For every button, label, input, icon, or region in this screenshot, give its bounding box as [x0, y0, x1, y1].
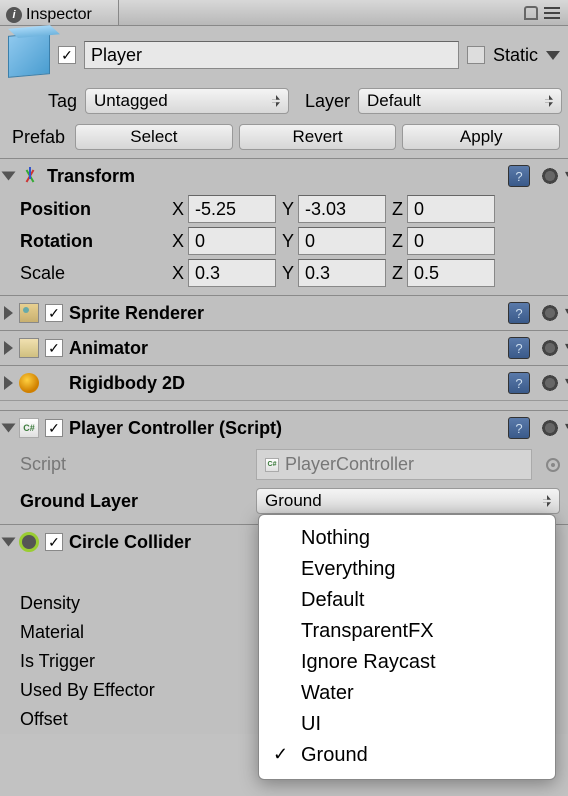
script-field: C# PlayerController [256, 449, 532, 480]
animator-component: ✓ Animator ? [0, 330, 568, 365]
help-icon[interactable]: ? [508, 302, 530, 324]
rigidbody-title: Rigidbody 2D [69, 373, 502, 394]
pos-z-input[interactable] [407, 195, 495, 223]
info-icon: i [6, 7, 22, 23]
inspector-tab[interactable]: i Inspector [0, 0, 119, 25]
sprite-renderer-component: ✓ Sprite Renderer ? [0, 295, 568, 330]
static-checkbox[interactable] [467, 46, 485, 64]
rot-x-input[interactable] [188, 227, 276, 255]
player-controller-foldout[interactable] [2, 424, 16, 433]
transform-icon [19, 165, 41, 187]
script-label: Script [20, 454, 248, 475]
object-name-input[interactable] [84, 41, 459, 69]
layer-popup-item[interactable]: UI [259, 709, 555, 740]
options-menu-icon[interactable] [544, 7, 560, 19]
layer-label: Layer [305, 91, 350, 112]
prefab-row: Prefab Select Revert Apply [0, 118, 568, 158]
layer-popup-item[interactable]: Ignore Raycast [259, 647, 555, 678]
script-icon: C# [265, 458, 279, 472]
object-picker-icon[interactable] [546, 458, 560, 472]
ground-layer-dropdown[interactable]: Ground [256, 488, 560, 514]
static-dropdown-arrow[interactable] [546, 51, 560, 60]
ground-layer-label: Ground Layer [20, 491, 248, 512]
circle-collider-foldout[interactable] [2, 538, 16, 547]
player-controller-title: Player Controller (Script) [69, 418, 502, 439]
circle-collider-enabled-checkbox[interactable]: ✓ [45, 533, 63, 551]
gear-icon[interactable] [540, 418, 560, 438]
prefab-label: Prefab [12, 127, 65, 148]
rigidbody-foldout[interactable] [4, 376, 13, 390]
material-label: Material [20, 622, 248, 643]
used-by-effector-label: Used By Effector [20, 680, 248, 701]
scale-y-input[interactable] [298, 259, 386, 287]
layer-dropdown[interactable]: Default [358, 88, 562, 114]
circle-collider-icon [19, 532, 39, 552]
gameobject-icon[interactable] [8, 32, 50, 78]
layer-popup-item[interactable]: Ground [259, 740, 555, 771]
is-trigger-label: Is Trigger [20, 651, 248, 672]
animator-title: Animator [69, 338, 502, 359]
rigidbody-component: Rigidbody 2D ? [0, 365, 568, 400]
scale-label: Scale [20, 263, 166, 284]
pos-x-input[interactable] [188, 195, 276, 223]
animator-foldout[interactable] [4, 341, 13, 355]
tag-dropdown[interactable]: Untagged [85, 88, 289, 114]
sprite-renderer-title: Sprite Renderer [69, 303, 502, 324]
help-icon[interactable]: ? [508, 372, 530, 394]
tag-label: Tag [48, 91, 77, 112]
layer-popup-item[interactable]: Water [259, 678, 555, 709]
object-header: ✓ Static [0, 26, 568, 84]
layer-popup-item[interactable]: Default [259, 585, 555, 616]
player-controller-component: C# ✓ Player Controller (Script) ? Script… [0, 410, 568, 524]
tab-title: Inspector [26, 6, 92, 24]
rigidbody-icon [19, 373, 39, 393]
layer-popup-item[interactable]: Everything [259, 554, 555, 585]
sprite-renderer-foldout[interactable] [4, 306, 13, 320]
scale-z-input[interactable] [407, 259, 495, 287]
transform-foldout[interactable] [2, 172, 16, 181]
gear-icon[interactable] [540, 303, 560, 323]
y-label: Y [282, 199, 294, 220]
animator-enabled-checkbox[interactable]: ✓ [45, 339, 63, 357]
static-label: Static [493, 45, 538, 66]
scale-x-input[interactable] [188, 259, 276, 287]
offset-label: Offset [20, 709, 248, 730]
position-label: Position [20, 199, 166, 220]
gear-icon[interactable] [540, 166, 560, 186]
layer-popup-item[interactable]: Nothing [259, 523, 555, 554]
transform-title: Transform [47, 166, 502, 187]
layer-popup-item[interactable]: TransparentFX [259, 616, 555, 647]
gear-icon[interactable] [540, 338, 560, 358]
help-icon[interactable]: ? [508, 165, 530, 187]
rot-z-input[interactable] [407, 227, 495, 255]
prefab-revert-button[interactable]: Revert [239, 124, 397, 150]
help-icon[interactable]: ? [508, 337, 530, 359]
prefab-select-button[interactable]: Select [75, 124, 233, 150]
sprite-renderer-icon [19, 303, 39, 323]
layer-popup: NothingEverythingDefaultTransparentFXIgn… [258, 514, 556, 780]
lock-icon[interactable] [524, 6, 538, 20]
x-label: X [172, 199, 184, 220]
rotation-label: Rotation [20, 231, 166, 252]
animator-icon [19, 338, 39, 358]
player-controller-enabled-checkbox[interactable]: ✓ [45, 419, 63, 437]
density-label: Density [20, 593, 248, 614]
z-label: Z [392, 199, 403, 220]
tab-bar: i Inspector [0, 0, 568, 26]
script-icon: C# [19, 418, 39, 438]
help-icon[interactable]: ? [508, 417, 530, 439]
sprite-renderer-enabled-checkbox[interactable]: ✓ [45, 304, 63, 322]
pos-y-input[interactable] [298, 195, 386, 223]
gear-icon[interactable] [540, 373, 560, 393]
rot-y-input[interactable] [298, 227, 386, 255]
active-checkbox[interactable]: ✓ [58, 46, 76, 64]
prefab-apply-button[interactable]: Apply [402, 124, 560, 150]
transform-component: Transform ? Position X Y Z Rotation X Y … [0, 158, 568, 295]
